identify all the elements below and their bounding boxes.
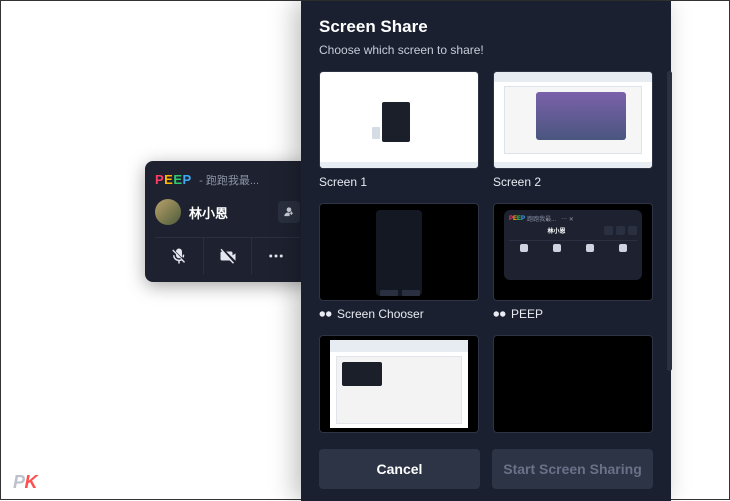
source-label: Screen 2 [493,175,653,189]
mic-off-icon [170,247,188,265]
call-user-row: 林小恩 [155,199,300,225]
source-peep[interactable]: PEEP 跑跑我最... ⋯ ✕ 林小恩 PEEP [493,203,653,321]
app-icon [493,309,506,319]
source-label: Screen 1 [319,175,479,189]
call-room-title: - 跑跑我最... [199,172,259,188]
thumbnail [319,203,479,301]
cancel-button[interactable]: Cancel [319,449,480,489]
start-sharing-button[interactable]: Start Screen Sharing [492,449,653,489]
peep-logo: PEEP [155,172,192,187]
dialog-footer: Cancel Start Screen Sharing [319,437,653,489]
call-widget: PEEP - 跑跑我最... 林小恩 [145,161,310,282]
more-button[interactable] [251,238,300,274]
source-grid: Screen 1 Screen 2 Screen Chooser PE [319,71,653,437]
user-name: 林小恩 [189,203,270,222]
watermark: PK [13,472,37,493]
source-screen-1[interactable]: Screen 1 [319,71,479,189]
source-blank[interactable] [493,335,653,437]
camera-off-icon [219,247,237,265]
source-screen-2[interactable]: Screen 2 [493,71,653,189]
source-label: Screen Chooser [319,307,479,321]
mic-mute-button[interactable] [155,238,203,274]
call-controls [155,237,300,274]
more-icon [267,247,285,265]
source-screen-chooser[interactable]: Screen Chooser [319,203,479,321]
scrollbar[interactable] [667,71,672,371]
thumbnail [493,335,653,433]
thumbnail [493,71,653,169]
screen-share-dialog: Screen Share Choose which screen to shar… [301,1,671,501]
dialog-title: Screen Share [319,17,653,37]
thumbnail [319,71,479,169]
camera-off-button[interactable] [203,238,252,274]
dialog-subtitle: Choose which screen to share! [319,43,653,57]
avatar [155,199,181,225]
thumbnail [319,335,479,433]
source-label: PEEP [493,307,653,321]
call-header: PEEP - 跑跑我最... [155,171,300,189]
source-word-doc[interactable] [319,335,479,437]
app-icon [319,309,332,319]
add-user-icon [282,205,296,219]
add-user-button[interactable] [278,201,300,223]
thumbnail: PEEP 跑跑我最... ⋯ ✕ 林小恩 [493,203,653,301]
